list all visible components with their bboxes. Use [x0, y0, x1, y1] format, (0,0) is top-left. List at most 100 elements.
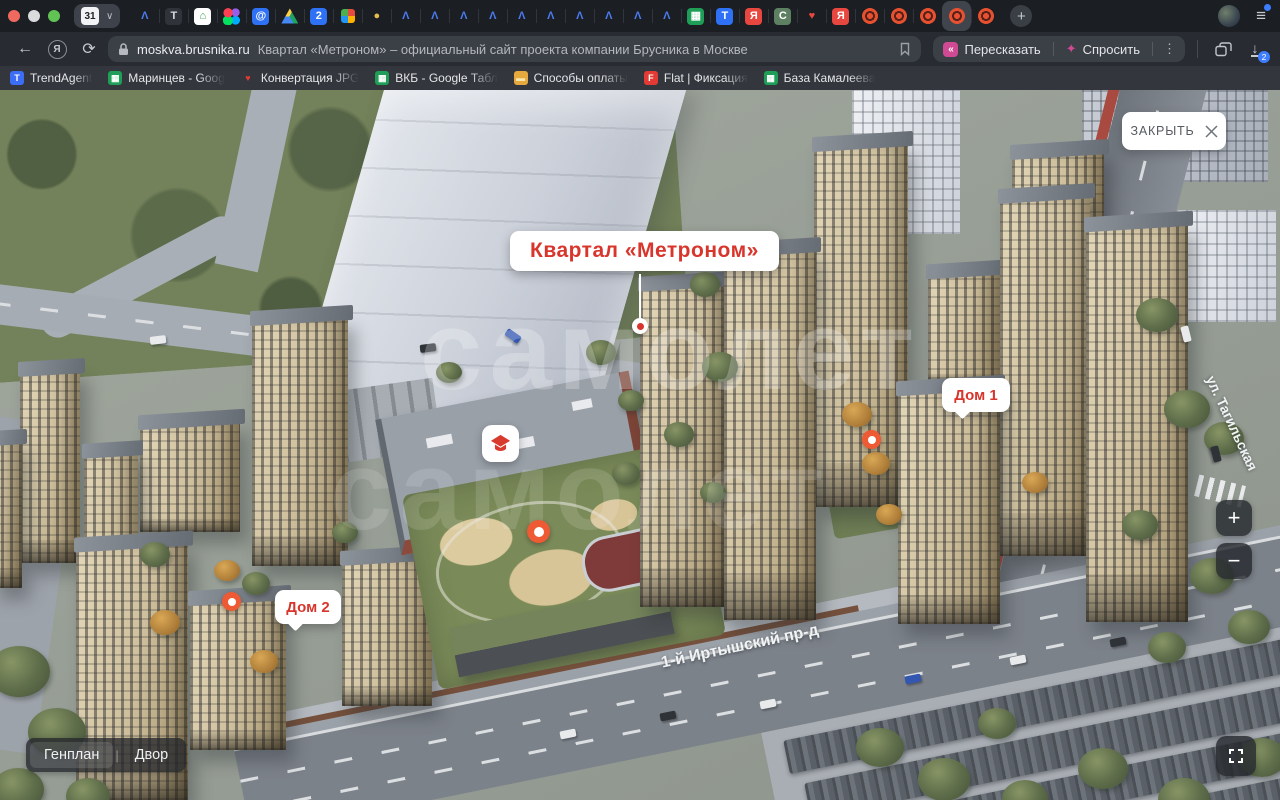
new-tab-button[interactable]: + — [1010, 5, 1033, 27]
more-options-icon[interactable]: ⋮ — [1161, 41, 1179, 57]
calendar-2-tab[interactable]: 2 — [304, 1, 333, 31]
ai-actions-pill: «Пересказать ✦ Спросить ⋮ — [933, 36, 1185, 62]
pinned-tab-calendar[interactable]: 31 ∨ — [74, 4, 121, 28]
blue-peak-tab[interactable]: Λ — [594, 1, 623, 31]
bookmark-item[interactable]: ▬ Способы оплаты — [513, 71, 628, 85]
google-sheets-icon: ▦ — [687, 7, 705, 25]
google-sheets-tab[interactable]: ▦ — [681, 1, 710, 31]
blue-peak-icon: Λ — [605, 9, 613, 22]
address-bar[interactable]: moskva.brusnika.ru Квартал «Метроном» – … — [108, 36, 922, 62]
address-toolbar: ← Я ⟳ moskva.brusnika.ru Квартал «Метрон… — [0, 32, 1280, 66]
bookmark-item[interactable]: ▦ ВКБ - Google Табл — [375, 71, 498, 85]
yandex-red-icon: Я — [832, 7, 850, 25]
blue-peak-tab[interactable]: Λ — [536, 1, 565, 31]
avito-dots-tab[interactable] — [217, 1, 246, 31]
red-ring-tab[interactable] — [942, 1, 972, 31]
blue-peak-tab[interactable]: Λ — [623, 1, 652, 31]
window-minimize-button[interactable] — [28, 10, 40, 22]
house2-marker[interactable] — [222, 592, 241, 611]
green-house-tab[interactable]: ⌂ — [188, 1, 217, 31]
tree-icon — [1164, 390, 1210, 428]
house1-marker[interactable] — [862, 430, 881, 449]
blue-peak-tab[interactable]: Λ — [420, 1, 449, 31]
blue-peak-tab[interactable]: Λ — [130, 1, 159, 31]
blue-t-tab[interactable]: Т — [710, 1, 739, 31]
ask-button[interactable]: ✦ Спросить — [1062, 41, 1144, 57]
tree-icon — [1122, 510, 1158, 540]
blue-peak-tab[interactable]: Λ — [507, 1, 536, 31]
tree-icon — [862, 452, 890, 475]
blue-peak-icon: Λ — [547, 9, 555, 22]
blue-peak-tab[interactable]: Λ — [565, 1, 594, 31]
blue-peak-tab[interactable]: Λ — [449, 1, 478, 31]
back-button[interactable]: ← — [12, 36, 38, 62]
sparkle-icon: ✦ — [1065, 41, 1077, 56]
red-heart-tab[interactable]: ♥ — [797, 1, 826, 31]
red-ring-tab[interactable] — [913, 1, 942, 31]
render-tower — [140, 420, 240, 532]
yandex-red-tab[interactable]: Я — [826, 1, 855, 31]
red-ring-tab[interactable] — [884, 1, 913, 31]
profile-avatar[interactable] — [1218, 5, 1241, 27]
bookmark-item[interactable]: F Flat | Фиксация — [643, 71, 748, 85]
project-pin[interactable] — [632, 318, 648, 334]
color-grid-icon — [340, 9, 355, 23]
notification-dot — [1264, 4, 1271, 11]
blue-peak-tab[interactable]: Λ — [478, 1, 507, 31]
render-tower — [0, 438, 22, 588]
mail-at-tab[interactable]: @ — [246, 1, 275, 31]
close-button[interactable]: ЗАКРЫТЬ — [1122, 112, 1226, 150]
genplan-3d-viewer[interactable]: самолет самолет 1-й Иртышский пр-д ул. Т… — [0, 90, 1280, 800]
refresh-button[interactable]: ⟳ — [76, 36, 102, 62]
bookmark-item[interactable]: ▦ Маринцев - Goog — [108, 71, 225, 85]
color-grid-tab[interactable] — [333, 1, 362, 31]
courtyard-marker[interactable] — [527, 520, 550, 543]
house1-label[interactable]: Дом 1 — [942, 378, 1010, 412]
tab-dvor[interactable]: Двор — [121, 742, 183, 768]
blue-peak-tab[interactable]: Λ — [391, 1, 420, 31]
dark-t-tab[interactable]: Т — [159, 1, 188, 31]
yandex-home-button[interactable]: Я — [44, 36, 70, 62]
school-badge[interactable] — [482, 425, 519, 462]
bookmark-label: Маринцев - Goog — [128, 71, 225, 85]
chevron-down-icon[interactable]: ∨ — [106, 11, 113, 22]
url-text: moskva.brusnika.ru — [137, 41, 250, 57]
project-label[interactable]: Квартал «Метроном» — [510, 231, 779, 271]
bookmark-label: Flat | Фиксация — [663, 71, 748, 85]
zoom-out-button[interactable]: − — [1216, 543, 1252, 579]
fullscreen-button[interactable] — [1216, 736, 1256, 776]
blue-peak-tab[interactable]: Λ — [652, 1, 681, 31]
tree-icon — [250, 650, 278, 673]
tree-icon — [978, 708, 1016, 740]
green-c-tab[interactable]: С — [768, 1, 797, 31]
bookmark-item[interactable]: ♥ Конвертация JPG — [241, 71, 359, 85]
red-ring-tab[interactable] — [855, 1, 884, 31]
blue-peak-icon: Λ — [141, 9, 149, 22]
tab-strip: 31 ∨ Λ Т ⌂ @2 ● Λ Λ Λ Λ Λ Λ Λ Λ Λ Λ ▦ Т Я С ♥ Я + ≡ — [0, 0, 1280, 32]
bookmark-item[interactable]: ▦ База Камалеева — [763, 71, 875, 85]
bookmarks-bar: T TrendAgent ▦ Маринцев - Goog ♥ Конвертация … — [0, 66, 1280, 90]
bookmark-item[interactable]: T TrendAgent — [10, 71, 92, 85]
tab-genplan[interactable]: Генплан — [30, 742, 114, 768]
browser-menu-icon[interactable]: ≡ — [1256, 4, 1271, 26]
red-ring-tab[interactable] — [971, 1, 1000, 31]
house2-label[interactable]: Дом 2 — [275, 590, 341, 624]
retell-button[interactable]: «Пересказать — [939, 41, 1044, 57]
close-icon — [1204, 124, 1218, 138]
bookmark-flag-icon[interactable] — [899, 42, 911, 56]
zoom-in-button[interactable]: + — [1216, 500, 1252, 536]
collections-button[interactable] — [1210, 36, 1236, 62]
fullscreen-icon — [1229, 749, 1243, 763]
render-tower — [20, 368, 80, 563]
blue-peak-icon: Λ — [489, 9, 497, 22]
yellow-dot-tab[interactable]: ● — [362, 1, 391, 31]
window-close-button[interactable] — [8, 10, 20, 22]
downloads-button[interactable]: ↓ 2 — [1242, 36, 1270, 63]
yandex-red-tab[interactable]: Я — [739, 1, 768, 31]
google-drive-tab[interactable] — [275, 1, 304, 31]
green-house-icon: ⌂ — [194, 7, 212, 25]
bookmark-favicon: ▦ — [108, 71, 123, 85]
bookmark-favicon: ▦ — [375, 71, 390, 85]
window-zoom-button[interactable] — [48, 10, 60, 22]
bookmark-label: TrendAgent — [30, 71, 93, 85]
